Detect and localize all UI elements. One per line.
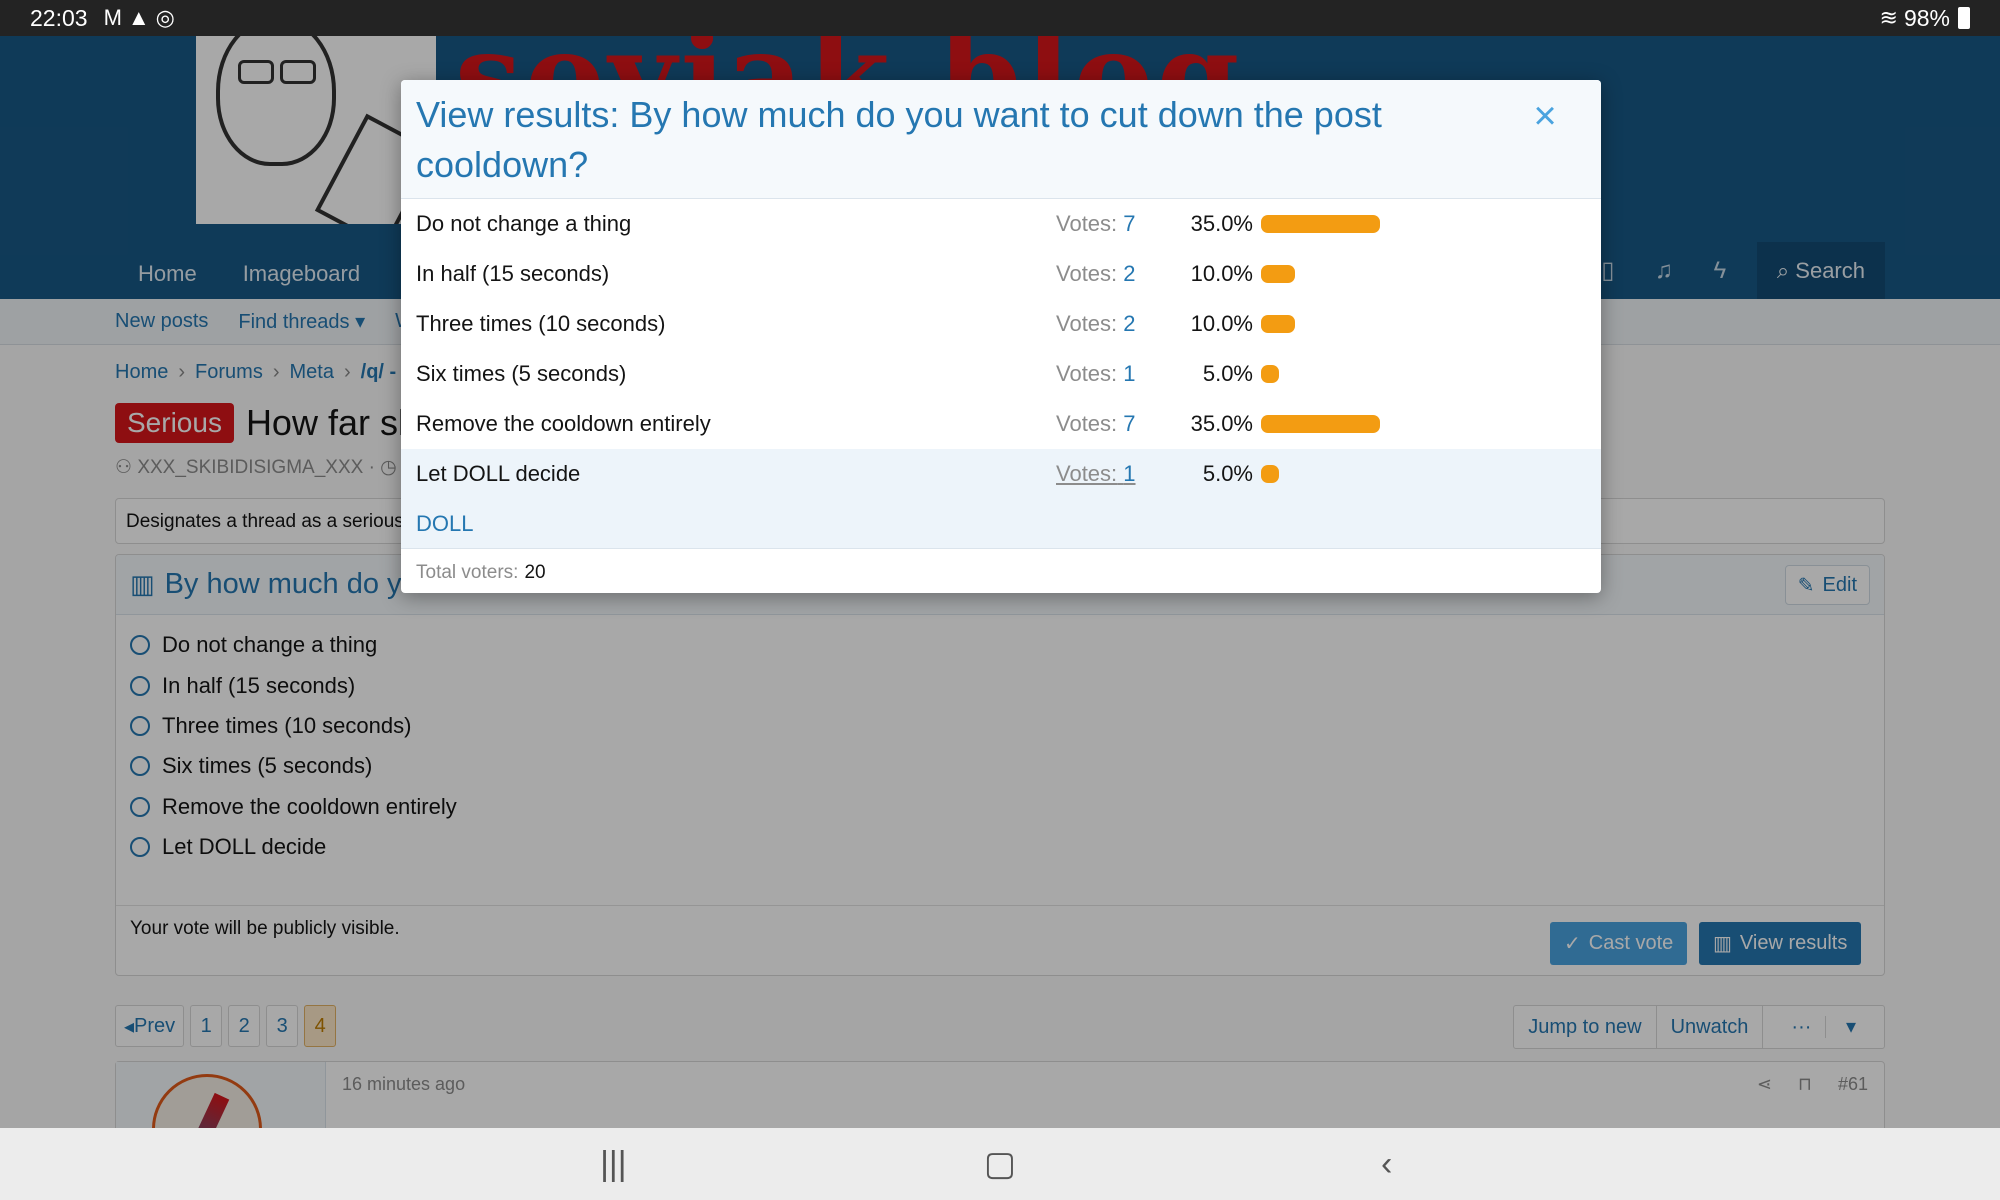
alert-icon: ▲ <box>127 5 150 30</box>
result-label: In half (15 seconds) <box>416 261 610 286</box>
result-row: Let DOLL decide Votes: 1 5.0% <box>401 449 1601 499</box>
result-percent: 35.0% <box>1190 411 1253 436</box>
home-icon[interactable]: ▢ <box>970 1144 1030 1184</box>
result-row: Six times (5 seconds) Votes: 1 5.0% <box>401 349 1601 399</box>
result-row: In half (15 seconds) Votes: 2 10.0% <box>401 249 1601 299</box>
result-bar <box>1261 315 1295 333</box>
result-label: Do not change a thing <box>416 211 632 236</box>
result-row: Three times (10 seconds) Votes: 2 10.0% <box>401 299 1601 349</box>
result-votes[interactable]: Votes: 2 <box>1056 311 1168 337</box>
result-row: Remove the cooldown entirely Votes: 7 35.0… <box>401 399 1601 449</box>
result-votes[interactable]: Votes: 7 <box>1056 411 1168 437</box>
result-percent: 5.0% <box>1202 361 1253 386</box>
result-percent: 10.0% <box>1190 261 1253 286</box>
total-voters: Total voters: 20 <box>416 562 546 583</box>
total-voters-count: 20 <box>524 562 546 583</box>
close-icon[interactable]: × <box>1525 94 1565 139</box>
result-bar <box>1261 265 1295 283</box>
result-label: Remove the cooldown entirely <box>416 411 711 436</box>
result-votes[interactable]: Votes: 1 <box>1056 361 1168 387</box>
status-time: 22:03 <box>30 4 88 31</box>
result-row: Do not change a thing Votes: 7 35.0% <box>401 199 1601 249</box>
result-bar <box>1261 215 1380 233</box>
result-percent: 35.0% <box>1190 211 1253 236</box>
result-bar <box>1261 465 1279 483</box>
voter-name[interactable]: DOLL <box>401 499 1601 549</box>
result-label: Three times (10 seconds) <box>416 311 666 336</box>
result-bar <box>1261 415 1380 433</box>
sync-icon: ◎ <box>155 5 175 30</box>
back-icon[interactable]: ‹ <box>1357 1145 1417 1184</box>
result-votes[interactable]: Votes: 1 <box>1056 461 1168 487</box>
status-bar: 22:03 M ▲ ◎ ≋ 98% <box>0 0 2000 36</box>
wifi-icon: ≋ <box>1879 5 1898 30</box>
recent-apps-icon[interactable]: ||| <box>583 1145 643 1184</box>
modal-title: View results: By how much do you want to… <box>416 94 1382 185</box>
result-votes[interactable]: Votes: 7 <box>1056 211 1168 237</box>
result-votes[interactable]: Votes: 2 <box>1056 261 1168 287</box>
result-label: Six times (5 seconds) <box>416 361 627 386</box>
result-percent: 5.0% <box>1202 461 1253 486</box>
poll-results-modal: View results: By how much do you want to… <box>401 80 1601 593</box>
modal-header: View results: By how much do you want to… <box>401 80 1601 199</box>
battery-percent: 98% <box>1903 4 1950 31</box>
gmail-icon: M <box>103 5 122 30</box>
result-label: Let DOLL decide <box>416 461 581 486</box>
battery-icon <box>1958 7 1970 29</box>
result-percent: 10.0% <box>1190 311 1253 336</box>
results-list: Do not change a thing Votes: 7 35.0% In hal… <box>401 199 1601 499</box>
system-nav-bar: ||| ▢ ‹ <box>0 1128 2000 1200</box>
result-bar <box>1261 365 1279 383</box>
